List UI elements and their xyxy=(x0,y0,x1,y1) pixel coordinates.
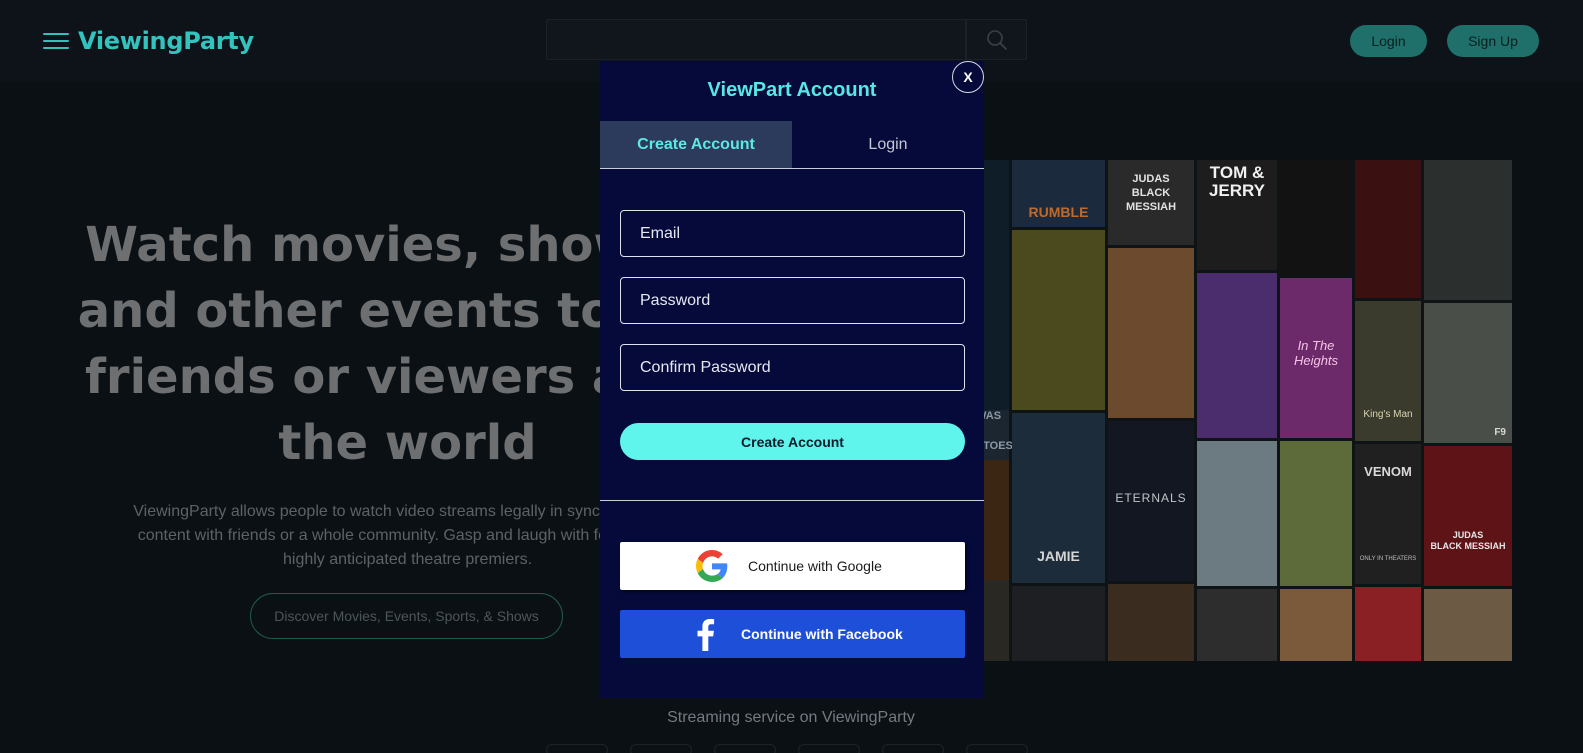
poster: JUDAS BLACK MESSIAH xyxy=(1108,160,1194,245)
nav-signup-button[interactable]: Sign Up xyxy=(1447,25,1539,57)
service-logo[interactable] xyxy=(546,744,608,753)
divider xyxy=(600,500,984,501)
service-logo[interactable] xyxy=(630,744,692,753)
hamburger-menu-icon[interactable] xyxy=(43,33,69,49)
poster xyxy=(1424,589,1512,661)
poster: In The Heights xyxy=(1280,278,1352,438)
poster: King's Man xyxy=(1355,301,1421,441)
modal-title: ViewPart Account xyxy=(707,79,877,101)
password-field[interactable]: Password xyxy=(620,277,965,324)
service-logo[interactable] xyxy=(798,744,860,753)
facebook-f-icon xyxy=(697,619,715,651)
discover-button[interactable]: Discover Movies, Events, Sports, & Shows xyxy=(250,593,563,639)
facebook-signin-button[interactable]: Continue with Facebook xyxy=(620,610,965,658)
poster xyxy=(1197,273,1277,438)
streaming-service-label: Streaming service on ViewingParty xyxy=(667,709,915,726)
poster: ETERNALS xyxy=(1108,421,1194,581)
facebook-button-label: Continue with Facebook xyxy=(741,626,903,642)
google-g-icon xyxy=(696,550,728,582)
poster xyxy=(1108,248,1194,418)
poster xyxy=(1197,589,1277,661)
service-logo[interactable] xyxy=(882,744,944,753)
google-button-label: Continue with Google xyxy=(748,558,882,574)
poster: JAMIE xyxy=(1037,548,1080,564)
poster xyxy=(1424,160,1512,300)
tab-create-account[interactable]: Create Account xyxy=(600,121,792,168)
google-signin-button[interactable]: Continue with Google xyxy=(620,542,965,590)
nav-login-button[interactable]: Login xyxy=(1350,25,1427,57)
poster xyxy=(1355,587,1421,661)
email-field[interactable]: Email xyxy=(620,210,965,257)
poster xyxy=(1280,441,1352,586)
create-account-button[interactable]: Create Account xyxy=(620,423,965,460)
poster xyxy=(1108,584,1194,661)
close-button[interactable]: X xyxy=(952,61,984,93)
search-button[interactable] xyxy=(966,19,1027,60)
poster: ONLY IN THEATERS xyxy=(1359,556,1417,562)
service-logo[interactable] xyxy=(966,744,1028,753)
streaming-logos-row xyxy=(546,744,1046,753)
confirm-password-field[interactable]: Confirm Password xyxy=(620,344,965,391)
poster xyxy=(1012,230,1105,410)
poster: TOM & JERRY xyxy=(1197,160,1277,270)
brand-logo[interactable]: ViewingParty xyxy=(78,27,254,55)
tab-login[interactable]: Login xyxy=(792,121,984,168)
poster: RUMBLE xyxy=(1012,160,1105,227)
search-icon xyxy=(986,29,1007,50)
account-tabs: Create Account Login xyxy=(600,121,984,169)
poster xyxy=(1280,589,1352,661)
service-logo[interactable] xyxy=(714,744,776,753)
search-input[interactable] xyxy=(546,19,966,60)
poster xyxy=(1280,160,1352,275)
poster xyxy=(1012,586,1105,661)
poster: F9 xyxy=(1424,303,1512,443)
poster xyxy=(1355,160,1421,298)
poster: JUDAS BLACK MESSIAH xyxy=(1424,446,1512,586)
poster xyxy=(1197,441,1277,586)
poster-collage: WAS ATOES RUMBLE JAMIE JUDAS BLACK MESSIA… xyxy=(975,160,1512,661)
account-modal: ViewPart Account X Create Account Login … xyxy=(600,61,984,698)
